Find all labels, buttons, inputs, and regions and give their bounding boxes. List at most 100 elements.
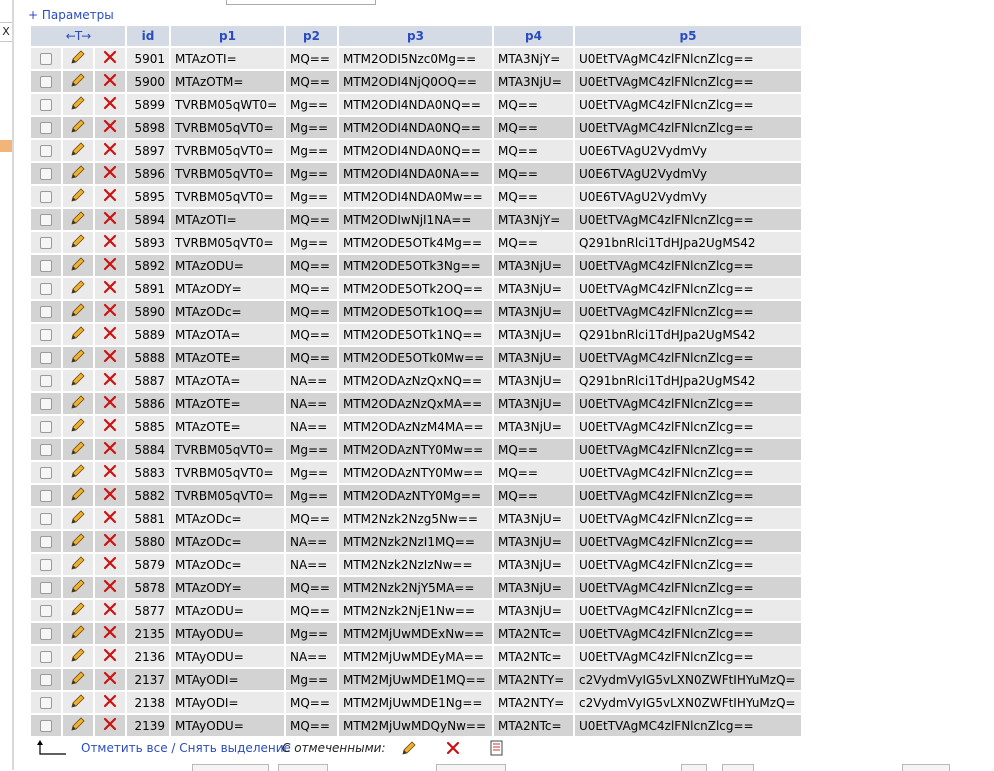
pencil-icon[interactable] <box>63 439 93 462</box>
row-checkbox[interactable] <box>40 651 52 663</box>
delete-x-icon[interactable] <box>95 600 125 623</box>
delete-x-icon[interactable] <box>95 209 125 232</box>
row-checkbox[interactable] <box>40 467 52 479</box>
pencil-icon[interactable] <box>63 278 93 301</box>
delete-x-icon[interactable] <box>444 739 462 757</box>
pencil-icon[interactable] <box>63 508 93 531</box>
table-row[interactable]: 5879 MTAzODc= NA== MTM2Nzk2NzIzNw== MTA3NjU=… <box>31 554 801 577</box>
top-input-field[interactable] <box>226 0 376 5</box>
table-row[interactable]: 2137 MTAyODI= Mg== MTM2MjUwMDE1MQ== MTA2NTY=… <box>31 669 801 692</box>
pencil-icon[interactable] <box>63 669 93 692</box>
sort-arrows-header[interactable]: ←T→ <box>31 26 125 48</box>
table-row[interactable]: 5877 MTAzODU= MQ== MTM2Nzk2NjE1Nw== MTA3NjU=… <box>31 600 801 623</box>
column-header-p2[interactable]: p2 <box>286 26 337 48</box>
delete-x-icon[interactable] <box>95 324 125 347</box>
table-row[interactable]: 5878 MTAzODY= MQ== MTM2Nzk2NjY5MA== MTA3NjU=… <box>31 577 801 600</box>
row-checkbox[interactable] <box>40 697 52 709</box>
pencil-icon[interactable] <box>63 324 93 347</box>
pencil-icon[interactable] <box>63 48 93 71</box>
pencil-icon[interactable] <box>63 140 93 163</box>
row-checkbox[interactable] <box>40 122 52 134</box>
row-checkbox[interactable] <box>40 674 52 686</box>
pencil-icon[interactable] <box>63 186 93 209</box>
delete-x-icon[interactable] <box>95 255 125 278</box>
delete-x-icon[interactable] <box>95 485 125 508</box>
delete-x-icon[interactable] <box>95 117 125 140</box>
table-row[interactable]: 5885 MTAzOTE= NA== MTM2ODAzNzM4MA== MTA3NjU=… <box>31 416 801 439</box>
pencil-icon[interactable] <box>63 94 93 117</box>
column-header-p5[interactable]: p5 <box>575 26 801 48</box>
uncheck-all-link[interactable]: Снять выделение <box>179 741 291 755</box>
delete-x-icon[interactable] <box>95 531 125 554</box>
delete-x-icon[interactable] <box>95 163 125 186</box>
table-row[interactable]: 5883 TVRBM05qVT0= Mg== MTM2ODAzNTY0Mw== MQ==… <box>31 462 801 485</box>
delete-x-icon[interactable] <box>95 669 125 692</box>
row-checkbox[interactable] <box>40 329 52 341</box>
delete-x-icon[interactable] <box>95 301 125 324</box>
table-row[interactable]: 5887 MTAzOTA= NA== MTM2ODAzNzQxNQ== MTA3NjU=… <box>31 370 801 393</box>
table-row[interactable]: 5881 MTAzODc= MQ== MTM2Nzk2Nzg5Nw== MTA3NjU=… <box>31 508 801 531</box>
row-checkbox[interactable] <box>40 237 52 249</box>
delete-x-icon[interactable] <box>95 577 125 600</box>
pencil-icon[interactable] <box>63 531 93 554</box>
pencil-icon[interactable] <box>63 485 93 508</box>
row-checkbox[interactable] <box>40 145 52 157</box>
pencil-icon[interactable] <box>63 554 93 577</box>
row-checkbox[interactable] <box>40 214 52 226</box>
delete-x-icon[interactable] <box>95 232 125 255</box>
table-row[interactable]: 5891 MTAzODY= MQ== MTM2ODE5OTk2OQ== MTA3NjU=… <box>31 278 801 301</box>
delete-x-icon[interactable] <box>95 623 125 646</box>
delete-x-icon[interactable] <box>95 71 125 94</box>
row-checkbox[interactable] <box>40 513 52 525</box>
delete-x-icon[interactable] <box>95 439 125 462</box>
row-checkbox[interactable] <box>40 628 52 640</box>
table-row[interactable]: 5884 TVRBM05qVT0= Mg== MTM2ODAzNTY0Mw== MQ==… <box>31 439 801 462</box>
pencil-icon[interactable] <box>63 600 93 623</box>
table-row[interactable]: 5890 MTAzODc= MQ== MTM2ODE5OTk1OQ== MTA3NjU=… <box>31 301 801 324</box>
table-row[interactable]: 2138 MTAyODI= MQ== MTM2MjUwMDE1Ng== MTA2NTY=… <box>31 692 801 715</box>
delete-x-icon[interactable] <box>95 186 125 209</box>
row-checkbox[interactable] <box>40 283 52 295</box>
table-row[interactable]: 2135 MTAyODU= Mg== MTM2MjUwMDExNw== MTA2NTc=… <box>31 623 801 646</box>
delete-x-icon[interactable] <box>95 554 125 577</box>
table-row[interactable]: 5892 MTAzODU= MQ== MTM2ODE5OTk3Ng== MTA3NjU=… <box>31 255 801 278</box>
delete-x-icon[interactable] <box>95 48 125 71</box>
table-row[interactable]: 5897 TVRBM05qVT0= Mg== MTM2ODI4NDA0NQ== MQ==… <box>31 140 801 163</box>
table-row[interactable]: 5896 TVRBM05qVT0= Mg== MTM2ODI4NDA0NA== MQ==… <box>31 163 801 186</box>
row-checkbox[interactable] <box>40 53 52 65</box>
row-checkbox[interactable] <box>40 720 52 732</box>
table-row[interactable]: 5893 TVRBM05qVT0= Mg== MTM2ODE5OTk4Mg== MQ==… <box>31 232 801 255</box>
pencil-icon[interactable] <box>63 255 93 278</box>
table-row[interactable]: 2136 MTAyODU= NA== MTM2MjUwMDEyMA== MTA2NTc=… <box>31 646 801 669</box>
row-checkbox[interactable] <box>40 490 52 502</box>
pencil-icon[interactable] <box>63 577 93 600</box>
pencil-icon[interactable] <box>63 416 93 439</box>
row-checkbox[interactable] <box>40 536 52 548</box>
pencil-icon[interactable] <box>63 117 93 140</box>
row-checkbox[interactable] <box>40 76 52 88</box>
pencil-icon[interactable] <box>63 646 93 669</box>
pencil-icon[interactable] <box>63 163 93 186</box>
delete-x-icon[interactable] <box>95 692 125 715</box>
pencil-icon[interactable] <box>400 739 418 757</box>
table-row[interactable]: 5882 TVRBM05qVT0= Mg== MTM2ODAzNTY0Mg== MQ==… <box>31 485 801 508</box>
delete-x-icon[interactable] <box>95 94 125 117</box>
row-checkbox[interactable] <box>40 260 52 272</box>
column-header-p1[interactable]: p1 <box>171 26 284 48</box>
column-header-id[interactable]: id <box>127 26 169 48</box>
table-row[interactable]: 5889 MTAzOTA= MQ== MTM2ODE5OTk1NQ== MTA3NjU=… <box>31 324 801 347</box>
table-row[interactable]: 5895 TVRBM05qVT0= Mg== MTM2ODI4NDA0Mw== MQ==… <box>31 186 801 209</box>
delete-x-icon[interactable] <box>95 393 125 416</box>
pencil-icon[interactable] <box>63 370 93 393</box>
row-checkbox[interactable] <box>40 306 52 318</box>
pencil-icon[interactable] <box>63 692 93 715</box>
row-checkbox[interactable] <box>40 352 52 364</box>
row-checkbox[interactable] <box>40 168 52 180</box>
table-row[interactable]: 5898 TVRBM05qVT0= Mg== MTM2ODI4NDA0NQ== MQ==… <box>31 117 801 140</box>
row-checkbox[interactable] <box>40 191 52 203</box>
pencil-icon[interactable] <box>63 462 93 485</box>
delete-x-icon[interactable] <box>95 462 125 485</box>
table-row[interactable]: 5880 MTAzODc= NA== MTM2Nzk2NzI1MQ== MTA3NjU=… <box>31 531 801 554</box>
table-row[interactable]: 2139 MTAyODU= MQ== MTM2MjUwMDQyNw== MTA2NTc=… <box>31 715 801 738</box>
pencil-icon[interactable] <box>63 301 93 324</box>
